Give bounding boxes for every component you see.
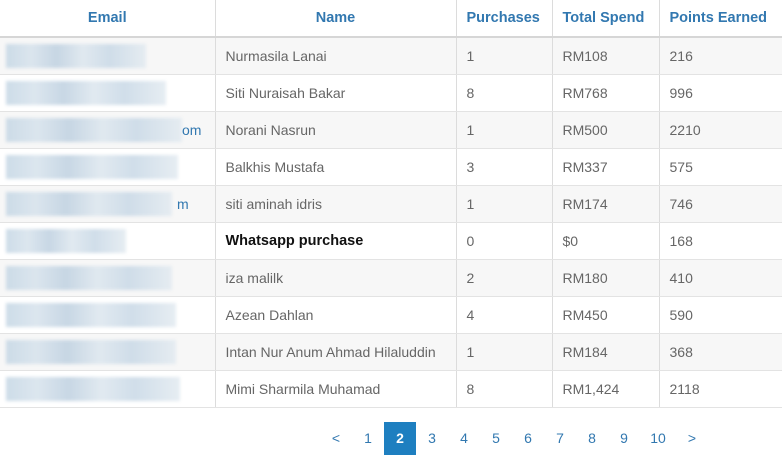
total-spend-cell: RM108 bbox=[552, 37, 660, 75]
table-row: Intan Nur Anum Ahmad Hilaluddin 1 RM184 … bbox=[0, 333, 782, 371]
page-link-2-current[interactable]: 2 bbox=[384, 422, 416, 455]
name-cell: Whatsapp purchase bbox=[215, 222, 457, 260]
table-row: Balkhis Mustafa 3 RM337 575 bbox=[0, 148, 782, 186]
table-row: om Norani Nasrun 1 RM500 2210 bbox=[0, 111, 782, 149]
points-cell: 2210 bbox=[659, 111, 782, 149]
redacted-email bbox=[6, 191, 172, 216]
purchases-cell: 8 bbox=[456, 74, 553, 112]
total-spend-cell: RM768 bbox=[552, 74, 660, 112]
email-cell[interactable] bbox=[0, 148, 216, 186]
customer-table: Email Name Purchases Total Spend Points … bbox=[0, 0, 782, 408]
table-header-row: Email Name Purchases Total Spend Points … bbox=[0, 0, 782, 38]
table-row: iza malilk 2 RM180 410 bbox=[0, 259, 782, 297]
email-cell[interactable] bbox=[0, 37, 216, 75]
header-email[interactable]: Email bbox=[0, 0, 216, 38]
redacted-email bbox=[6, 117, 182, 142]
header-name[interactable]: Name bbox=[215, 0, 457, 38]
email-cell[interactable] bbox=[0, 222, 216, 260]
purchases-cell: 2 bbox=[456, 259, 553, 297]
name-cell: Siti Nuraisah Bakar bbox=[215, 74, 457, 112]
table-row: Azean Dahlan 4 RM450 590 bbox=[0, 296, 782, 334]
points-cell: 996 bbox=[659, 74, 782, 112]
purchases-cell: 3 bbox=[456, 148, 553, 186]
total-spend-cell: RM184 bbox=[552, 333, 660, 371]
name-cell: Nurmasila Lanai bbox=[215, 37, 457, 75]
page-link-4[interactable]: 4 bbox=[448, 422, 480, 455]
email-cell[interactable] bbox=[0, 296, 216, 334]
points-cell: 216 bbox=[659, 37, 782, 75]
header-total-spend[interactable]: Total Spend bbox=[552, 0, 660, 38]
purchases-cell: 8 bbox=[456, 370, 553, 408]
name-cell: iza malilk bbox=[215, 259, 457, 297]
table-row: m siti aminah idris 1 RM174 746 bbox=[0, 185, 782, 223]
points-cell: 590 bbox=[659, 296, 782, 334]
email-cell[interactable] bbox=[0, 74, 216, 112]
header-points-earned[interactable]: Points Earned bbox=[659, 0, 782, 38]
purchases-cell: 1 bbox=[456, 333, 553, 371]
pagination: < 1 2 3 4 5 6 7 8 9 10 > bbox=[320, 422, 708, 455]
page-link-6[interactable]: 6 bbox=[512, 422, 544, 455]
name-cell: Balkhis Mustafa bbox=[215, 148, 457, 186]
pagination-prev[interactable]: < bbox=[320, 422, 352, 455]
page-link-7[interactable]: 7 bbox=[544, 422, 576, 455]
table-row: Mimi Sharmila Muhamad 8 RM1,424 2118 bbox=[0, 370, 782, 408]
total-spend-cell: RM500 bbox=[552, 111, 660, 149]
points-cell: 575 bbox=[659, 148, 782, 186]
points-cell: 368 bbox=[659, 333, 782, 371]
email-cell[interactable] bbox=[0, 259, 216, 297]
email-cell[interactable] bbox=[0, 333, 216, 371]
name-cell: Intan Nur Anum Ahmad Hilaluddin bbox=[215, 333, 457, 371]
purchases-cell: 0 bbox=[456, 222, 553, 260]
page-link-1[interactable]: 1 bbox=[352, 422, 384, 455]
purchases-cell: 1 bbox=[456, 111, 553, 149]
email-cell[interactable] bbox=[0, 370, 216, 408]
redacted-email bbox=[6, 376, 180, 401]
total-spend-cell: RM1,424 bbox=[552, 370, 660, 408]
table-row: Whatsapp purchase 0 $0 168 bbox=[0, 222, 782, 260]
points-cell: 746 bbox=[659, 185, 782, 223]
page-link-5[interactable]: 5 bbox=[480, 422, 512, 455]
redacted-email bbox=[6, 302, 176, 327]
purchases-cell: 1 bbox=[456, 37, 553, 75]
pagination-next[interactable]: > bbox=[676, 422, 708, 455]
total-spend-cell: RM180 bbox=[552, 259, 660, 297]
purchases-cell: 4 bbox=[456, 296, 553, 334]
customer-table-wrapper: Email Name Purchases Total Spend Points … bbox=[0, 0, 782, 408]
page-link-9[interactable]: 9 bbox=[608, 422, 640, 455]
name-cell: Azean Dahlan bbox=[215, 296, 457, 334]
email-tail-text[interactable]: m bbox=[177, 186, 189, 222]
email-tail-text[interactable]: om bbox=[182, 112, 201, 148]
name-cell: Mimi Sharmila Muhamad bbox=[215, 370, 457, 408]
points-cell: 168 bbox=[659, 222, 782, 260]
email-cell[interactable]: om bbox=[0, 111, 216, 149]
redacted-email bbox=[6, 80, 166, 105]
purchases-cell: 1 bbox=[456, 185, 553, 223]
points-cell: 410 bbox=[659, 259, 782, 297]
page-link-10[interactable]: 10 bbox=[640, 422, 676, 455]
email-cell[interactable]: m bbox=[0, 185, 216, 223]
table-row: Siti Nuraisah Bakar 8 RM768 996 bbox=[0, 74, 782, 112]
total-spend-cell: $0 bbox=[552, 222, 660, 260]
redacted-email bbox=[6, 228, 126, 253]
total-spend-cell: RM337 bbox=[552, 148, 660, 186]
redacted-email bbox=[6, 44, 146, 68]
redacted-email bbox=[6, 265, 172, 290]
total-spend-cell: RM174 bbox=[552, 185, 660, 223]
page-link-8[interactable]: 8 bbox=[576, 422, 608, 455]
name-cell: siti aminah idris bbox=[215, 185, 457, 223]
total-spend-cell: RM450 bbox=[552, 296, 660, 334]
table-row: Nurmasila Lanai 1 RM108 216 bbox=[0, 37, 782, 75]
redacted-email bbox=[6, 154, 178, 179]
redacted-email bbox=[6, 339, 176, 364]
points-cell: 2118 bbox=[659, 370, 782, 408]
name-cell: Norani Nasrun bbox=[215, 111, 457, 149]
page-link-3[interactable]: 3 bbox=[416, 422, 448, 455]
header-purchases[interactable]: Purchases bbox=[456, 0, 553, 38]
